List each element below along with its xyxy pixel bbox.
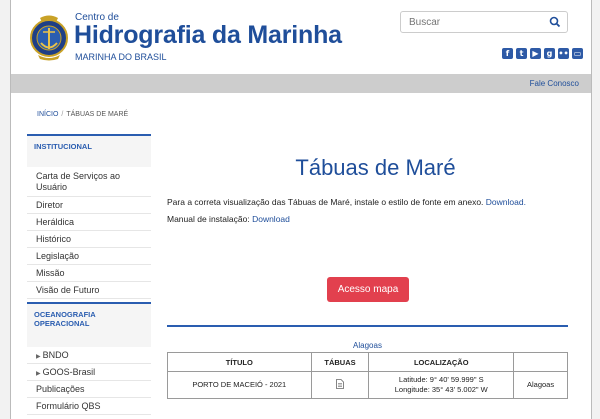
manual-line: Manual de instalação: Download: [167, 214, 290, 224]
cell-titulo: PORTO DE MACEIÓ - 2021: [167, 371, 312, 399]
longitude-value: Longitude: 35° 43' 5.002" W: [394, 385, 488, 394]
breadcrumb-separator: /: [61, 111, 64, 118]
sidebar-item-label: BNDO: [42, 350, 69, 360]
site-header: Centro de Hidrografia da Marinha MARINHA…: [11, 0, 591, 74]
site-subtitle: MARINHA DO BRASIL: [75, 52, 167, 62]
column-header-localizacao: LOCALIZAÇÃO: [368, 352, 515, 372]
page-title: Tábuas de Maré: [295, 155, 456, 180]
sidebar-item-label: GOOS-Brasil: [42, 367, 96, 377]
sidebar-section-oceanografia[interactable]: OCEANOGRAFIA OPERACIONAL: [27, 302, 151, 347]
search-input[interactable]: [401, 12, 557, 32]
cell-localizacao: Latitude: 9° 40' 59.999" S Longitude: 35…: [368, 371, 515, 399]
manual-label: Manual de instalação:: [167, 214, 250, 224]
breadcrumb: INÍCIO / TÁBUAS DE MARÉ: [37, 111, 128, 118]
column-header-estado: [513, 352, 568, 372]
sidebar-item-formulario-qbs[interactable]: Formulário QBS: [27, 398, 151, 415]
font-install-notice: Para a correta visualização das Tábuas d…: [167, 197, 526, 207]
devices-icon[interactable]: ▭: [572, 48, 583, 59]
tide-table: TÍTULO TÁBUAS LOCALIZAÇÃO PORTO DE MACEI…: [167, 352, 568, 399]
column-header-tabuas: TÁBUAS: [310, 352, 370, 372]
site-title[interactable]: Hidrografia da Marinha: [74, 21, 342, 50]
expand-arrow-icon: ▶: [36, 354, 41, 360]
notice-text: Para a correta visualização das Tábuas d…: [167, 197, 484, 207]
sidebar-section-institucional[interactable]: INSTITUCIONAL: [27, 134, 151, 167]
sidebar: INSTITUCIONAL Carta de Serviços ao Usuár…: [27, 134, 151, 415]
sidebar-item-missao[interactable]: Missão: [27, 265, 151, 282]
search-box: [400, 11, 568, 33]
sidebar-item-visao-futuro[interactable]: Visão de Futuro: [27, 282, 151, 299]
map-access-button[interactable]: Acesso mapa: [327, 277, 409, 302]
navy-emblem-logo[interactable]: [28, 12, 70, 62]
document-icon[interactable]: [336, 378, 344, 391]
youtube-icon[interactable]: ▶: [530, 48, 541, 59]
tide-table-section: Alagoas TÍTULO TÁBUAS LOCALIZAÇÃO PORTO …: [167, 325, 568, 419]
table-header-row: TÍTULO TÁBUAS LOCALIZAÇÃO: [167, 352, 568, 372]
sidebar-item-goos-brasil[interactable]: ▶ GOOS-Brasil: [27, 364, 151, 381]
top-utility-bar: Fale Conosco: [11, 74, 591, 93]
table-row: PORTO DE MACEIÓ - 2021 Latitude: 9° 40' …: [167, 371, 568, 399]
sidebar-item-diretor[interactable]: Diretor: [27, 197, 151, 214]
sidebar-item-heraldica[interactable]: Heráldica: [27, 214, 151, 231]
sidebar-item-legislacao[interactable]: Legislação: [27, 248, 151, 265]
flickr-icon[interactable]: ••: [558, 48, 569, 59]
sidebar-item-carta-servicos[interactable]: Carta de Serviços ao Usuário: [27, 167, 151, 197]
manual-download-link[interactable]: Download: [252, 214, 290, 224]
column-header-titulo: TÍTULO: [167, 352, 312, 372]
sidebar-item-historico[interactable]: Histórico: [27, 231, 151, 248]
breadcrumb-home[interactable]: INÍCIO: [37, 111, 58, 118]
cell-estado: Alagoas: [513, 371, 568, 399]
breadcrumb-current: TÁBUAS DE MARÉ: [66, 111, 129, 118]
social-links: f t ▶ g •• ▭: [502, 48, 583, 59]
font-download-link[interactable]: Download.: [486, 197, 526, 207]
expand-arrow-icon: ▶: [36, 371, 41, 377]
twitter-icon[interactable]: t: [516, 48, 527, 59]
google-plus-icon[interactable]: g: [544, 48, 555, 59]
region-heading[interactable]: Alagoas: [167, 341, 568, 350]
cell-tabuas: [310, 371, 370, 399]
latitude-value: Latitude: 9° 40' 59.999" S: [398, 375, 484, 384]
search-icon[interactable]: [548, 15, 562, 29]
sidebar-item-bndo[interactable]: ▶ BNDO: [27, 347, 151, 364]
page-frame: Centro de Hidrografia da Marinha MARINHA…: [10, 0, 592, 419]
facebook-icon[interactable]: f: [502, 48, 513, 59]
sidebar-item-publicacoes[interactable]: Publicações: [27, 381, 151, 398]
contact-link[interactable]: Fale Conosco: [530, 79, 579, 88]
